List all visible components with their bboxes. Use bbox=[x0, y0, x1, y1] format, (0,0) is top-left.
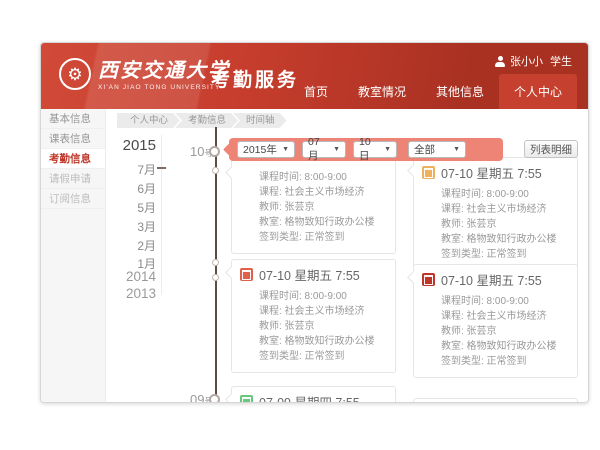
card-header: 07-09 星期四 7:55 bbox=[232, 387, 395, 403]
chevron-down-icon: ▼ bbox=[384, 146, 391, 153]
month-dropdown[interactable]: 07月 ▼ bbox=[302, 141, 346, 158]
classroom: 教室: 格物致知行政办公楼 bbox=[441, 339, 569, 354]
timeline-month-mar[interactable]: 3月 bbox=[81, 218, 156, 235]
signin-status-icon bbox=[240, 268, 253, 281]
card-details: 课程时间: 8:00-9:00 课程: 社会主义市场经济 教师: 张芸京 教室:… bbox=[414, 184, 577, 270]
timeline-month-may[interactable]: 5月 bbox=[81, 199, 156, 216]
year-dropdown[interactable]: 2015年 ▼ bbox=[237, 141, 295, 158]
type-dropdown[interactable]: 全部 ▼ bbox=[408, 141, 466, 158]
gear-emblem-icon: ⚙ bbox=[59, 58, 91, 90]
signin-type: 签到类型: 正常签到 bbox=[259, 230, 387, 245]
user-icon bbox=[495, 56, 505, 67]
nav-item-other-info[interactable]: 其他信息 bbox=[421, 83, 499, 100]
chevron-down-icon: ▼ bbox=[333, 146, 340, 153]
axis-divider-line bbox=[161, 135, 162, 295]
course-name: 课程: 社会主义市场经济 bbox=[259, 185, 387, 200]
classroom: 教室: 格物致知行政办公楼 bbox=[259, 215, 387, 230]
card-date-title: 07-10 星期五 7:55 bbox=[441, 163, 542, 182]
attendance-card: 07-10 星期五 7:55 课程时间: 8:00-9:00 课程: 社会主义市… bbox=[231, 259, 396, 373]
card-date-title: 07-10 星期五 7:55 bbox=[441, 270, 542, 289]
filter-bar-notch bbox=[223, 143, 236, 156]
user-role: 学生 bbox=[550, 53, 572, 69]
nav-tab-personal-center[interactable]: 个人中心 bbox=[499, 74, 577, 109]
day-marker-label-10: 10号 bbox=[179, 144, 213, 159]
teacher-name: 教师: 张芸京 bbox=[441, 324, 569, 339]
course-name: 课程: 社会主义市场经济 bbox=[259, 304, 387, 319]
nav-item-home[interactable]: 首页 bbox=[289, 83, 343, 100]
timeline-year-2015[interactable]: 2015 bbox=[81, 137, 156, 154]
timeline-year-2014[interactable]: 2014 bbox=[81, 269, 156, 284]
breadcrumb-item-timeline[interactable]: 时间轴 bbox=[233, 113, 287, 128]
timeline-day-node-10[interactable] bbox=[209, 146, 220, 157]
course-time: 课程时间: 8:00-9:00 bbox=[441, 187, 569, 202]
list-detail-button[interactable]: 列表明细 bbox=[524, 140, 578, 158]
type-dropdown-value: 全部 bbox=[414, 142, 435, 157]
signin-status-icon bbox=[422, 166, 435, 179]
page-background: ⚙ 西安交通大学 XI'AN JIAO TONG UNIVERSITY 考勤服务… bbox=[0, 0, 600, 450]
chevron-down-icon: ▼ bbox=[453, 146, 460, 153]
timeline-event-node bbox=[212, 259, 219, 266]
timeline-month-feb[interactable]: 2月 bbox=[81, 237, 156, 254]
card-date-title: 07-09 星期四 7:55 bbox=[259, 392, 360, 403]
breadcrumb: 个人中心 考勤信息 时间轴 bbox=[117, 113, 287, 128]
day-marker-label-09: 09号 bbox=[179, 392, 213, 403]
timeline-event-node bbox=[212, 167, 219, 174]
timeline-year-2013[interactable]: 2013 bbox=[81, 286, 156, 301]
course-name: 课程: 社会主义市场经济 bbox=[441, 202, 569, 217]
teacher-name: 教师: 张芸京 bbox=[259, 319, 387, 334]
day-dropdown[interactable]: 10日 ▼ bbox=[353, 141, 397, 158]
classroom: 教室: 格物致知行政办公楼 bbox=[441, 232, 569, 247]
attendance-card: 07-10 星期五 7:55 课程时间: 8:00-9:00 课程: 社会主义市… bbox=[413, 157, 578, 271]
signin-status-icon bbox=[240, 395, 253, 403]
year-dropdown-value: 2015年 bbox=[243, 142, 277, 157]
card-details: 课程时间: 8:00-9:00 课程: 社会主义市场经济 教师: 张芸京 教室:… bbox=[414, 291, 577, 377]
nav-item-classrooms[interactable]: 教室情况 bbox=[343, 83, 421, 100]
current-month-tick bbox=[157, 167, 166, 169]
day-number: 10 bbox=[190, 144, 204, 159]
attendance-card: 07-10 星期五 7:55 课程时间: 8:00-9:00 课程: 社会主义市… bbox=[413, 264, 578, 378]
course-time: 课程时间: 8:00-9:00 bbox=[259, 289, 387, 304]
card-date-title: 07-10 星期五 7:55 bbox=[259, 265, 360, 284]
university-logo: ⚙ 西安交通大学 XI'AN JIAO TONG UNIVERSITY bbox=[59, 58, 230, 91]
attendance-card: 课程时间: 8:00-9:00 课程: 社会主义市场经济 教师: 张芸京 教室:… bbox=[231, 149, 396, 254]
attendance-card bbox=[413, 398, 578, 403]
teacher-name: 教师: 张芸京 bbox=[259, 200, 387, 215]
user-name: 张小小 bbox=[510, 53, 543, 69]
sidebar-item-basic-info[interactable]: 基本信息 bbox=[41, 109, 105, 129]
course-name: 课程: 社会主义市场经济 bbox=[441, 309, 569, 324]
signin-type: 签到类型: 正常签到 bbox=[441, 247, 569, 262]
card-details: 课程时间: 8:00-9:00 课程: 社会主义市场经济 教师: 张芸京 教室:… bbox=[232, 150, 395, 253]
breadcrumb-item-personal-center[interactable]: 个人中心 bbox=[117, 113, 180, 128]
timeline-month-jun[interactable]: 6月 bbox=[81, 180, 156, 197]
card-header: 07-10 星期五 7:55 bbox=[414, 158, 577, 184]
course-time: 课程时间: 8:00-9:00 bbox=[441, 294, 569, 309]
signin-type: 签到类型: 正常签到 bbox=[441, 354, 569, 369]
app-window: ⚙ 西安交通大学 XI'AN JIAO TONG UNIVERSITY 考勤服务… bbox=[40, 42, 589, 403]
page-title: 考勤服务 bbox=[211, 65, 299, 92]
classroom: 教室: 格物致知行政办公楼 bbox=[259, 334, 387, 349]
attendance-card: 07-09 星期四 7:55 bbox=[231, 386, 396, 403]
signin-type: 签到类型: 正常签到 bbox=[259, 349, 387, 364]
chevron-down-icon: ▼ bbox=[282, 146, 289, 153]
month-dropdown-value: 07月 bbox=[308, 136, 329, 163]
signin-status-icon bbox=[422, 273, 435, 286]
course-time: 课程时间: 8:00-9:00 bbox=[259, 170, 387, 185]
user-info[interactable]: 张小小 学生 bbox=[495, 53, 572, 69]
timeline-day-node-09[interactable] bbox=[209, 394, 220, 403]
day-number: 09 bbox=[190, 392, 204, 403]
app-header: ⚙ 西安交通大学 XI'AN JIAO TONG UNIVERSITY 考勤服务… bbox=[41, 43, 588, 109]
card-header: 07-10 星期五 7:55 bbox=[232, 260, 395, 286]
teacher-name: 教师: 张芸京 bbox=[441, 217, 569, 232]
timeline-event-node bbox=[212, 274, 219, 281]
date-filter-bar: 2015年 ▼ 07月 ▼ 10日 ▼ 全部 ▼ bbox=[229, 138, 503, 161]
card-header: 07-10 星期五 7:55 bbox=[414, 265, 577, 291]
day-dropdown-value: 10日 bbox=[359, 136, 380, 163]
breadcrumb-item-attendance[interactable]: 考勤信息 bbox=[175, 113, 238, 128]
main-nav: 首页 教室情况 其他信息 个人中心 bbox=[289, 74, 577, 109]
timeline-month-jul[interactable]: 7月 bbox=[81, 161, 156, 178]
card-details: 课程时间: 8:00-9:00 课程: 社会主义市场经济 教师: 张芸京 教室:… bbox=[232, 286, 395, 372]
